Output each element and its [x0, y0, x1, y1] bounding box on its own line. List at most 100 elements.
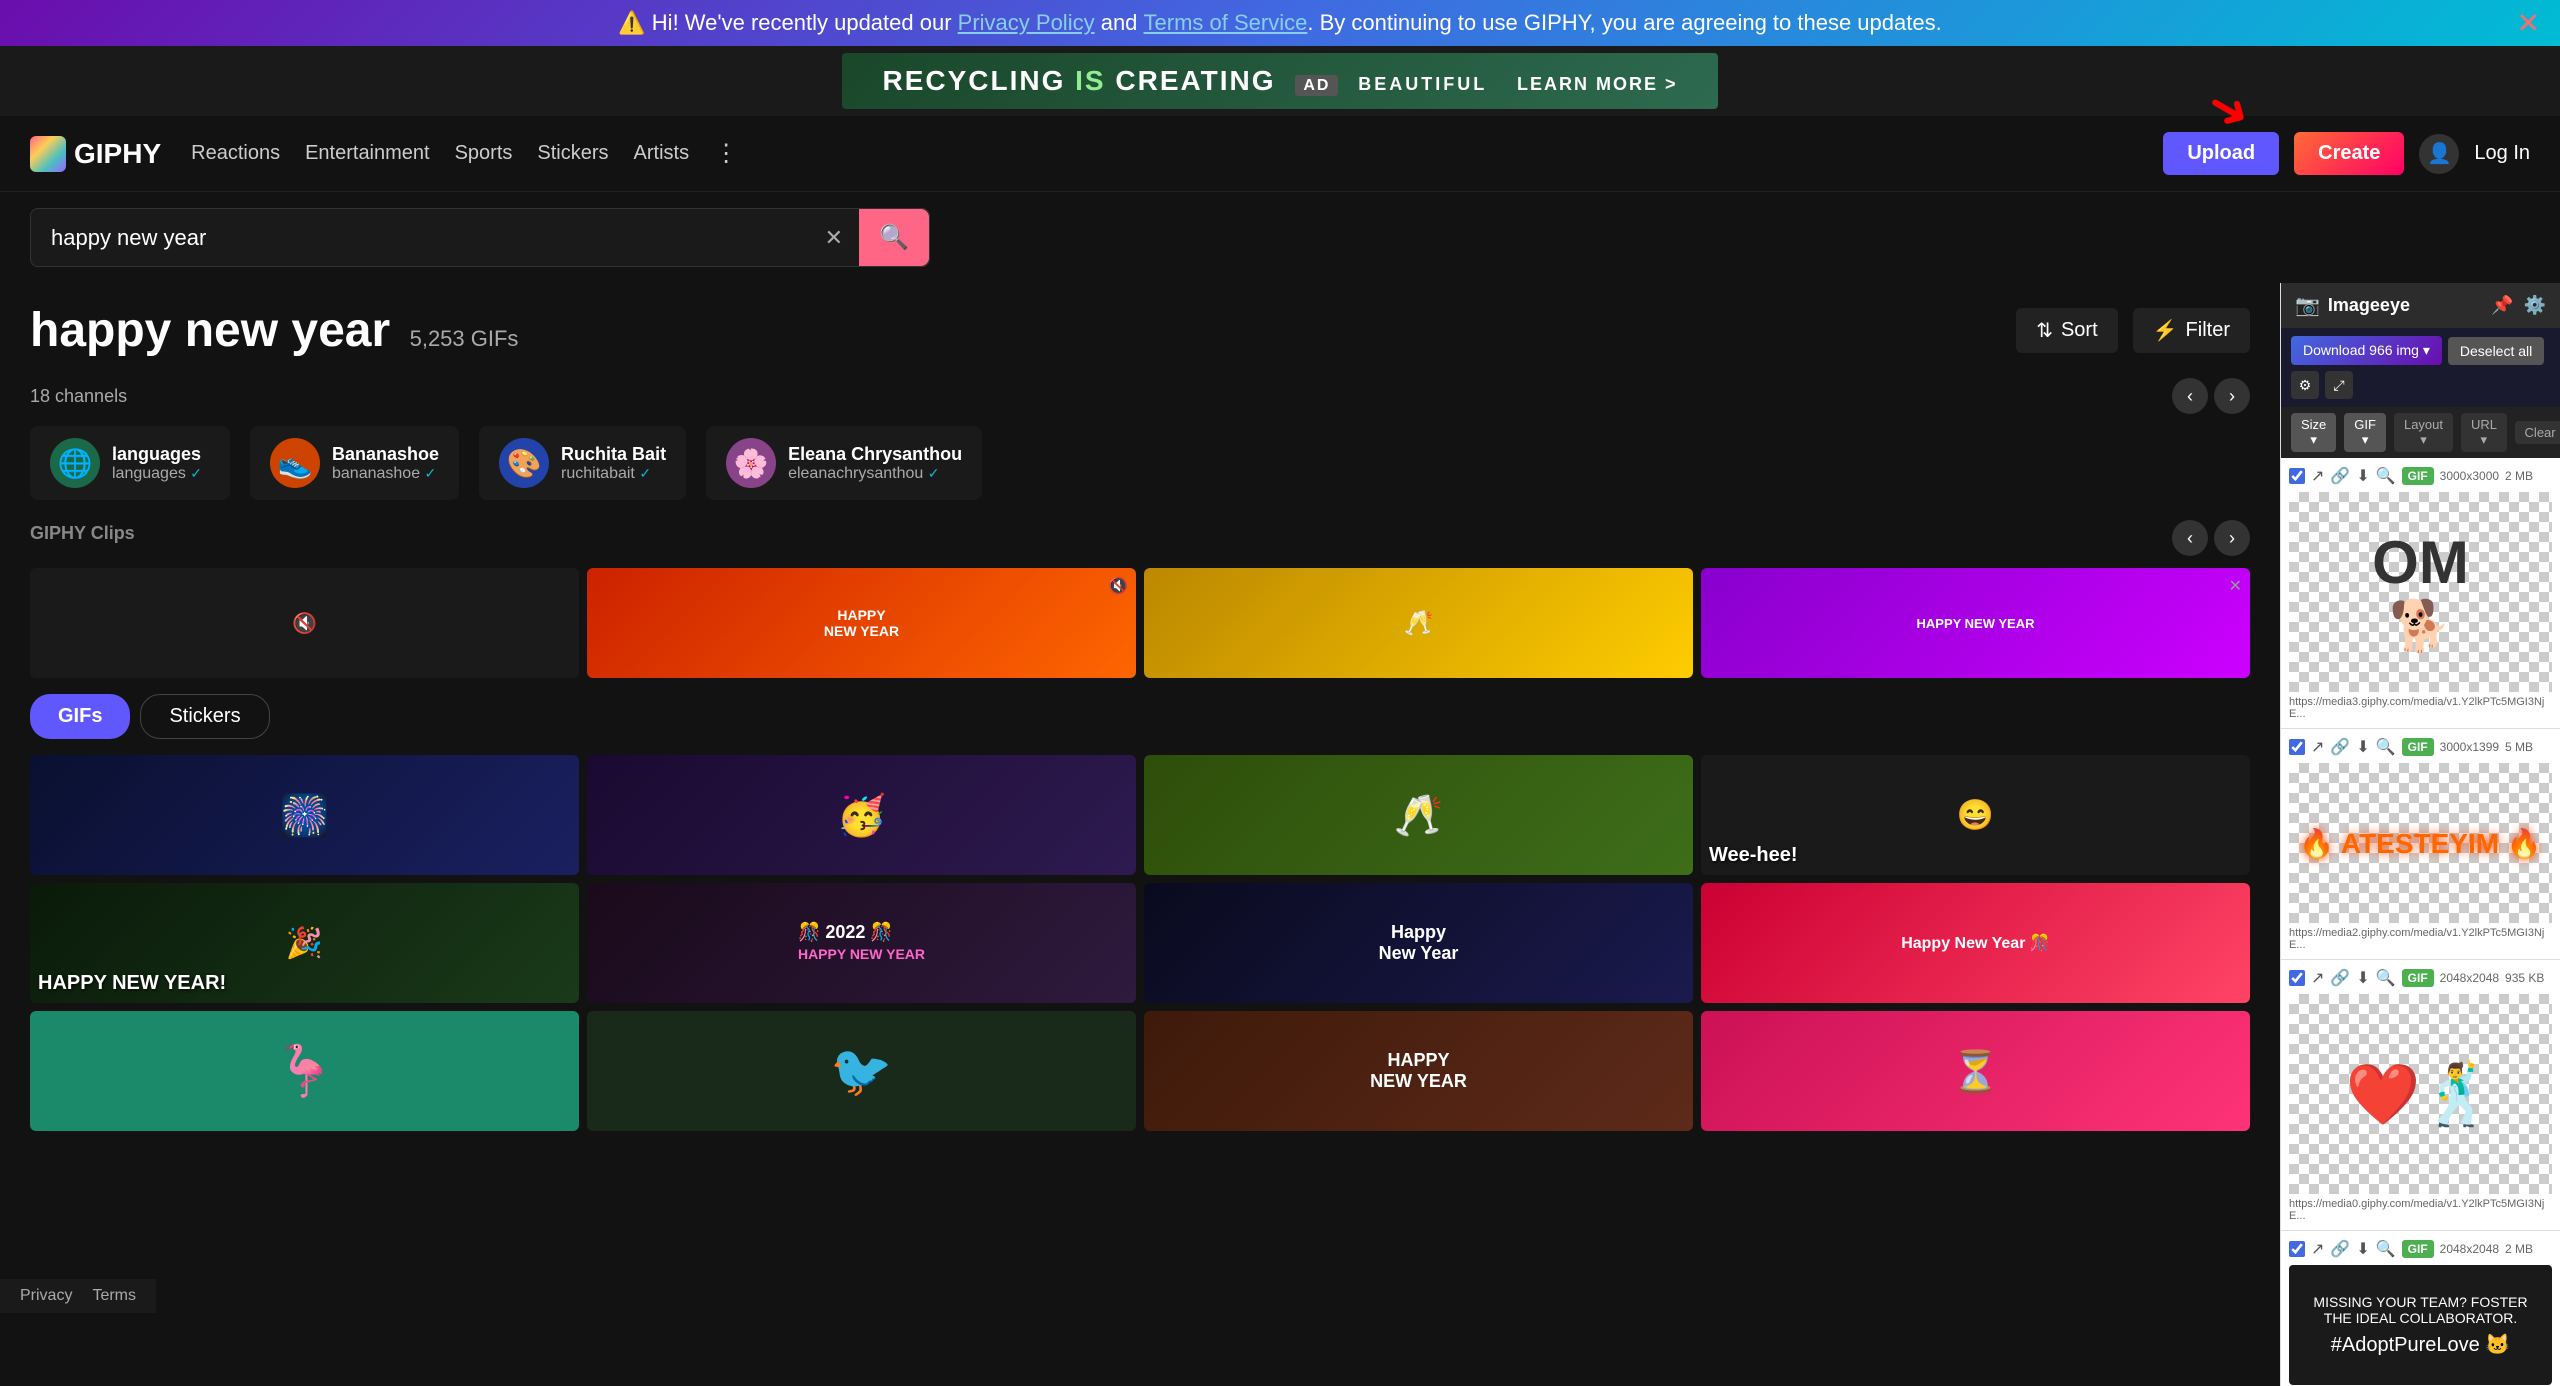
giphy-logo[interactable]: GIPHY [30, 136, 161, 172]
clip-item[interactable]: 🥂 [1144, 568, 1693, 678]
image-download-icon[interactable]: ⬇ [2356, 968, 2369, 988]
clip-item[interactable]: 🔇 [30, 568, 579, 678]
image-open-icon[interactable]: ↗ [2311, 737, 2324, 757]
gif-grid: 🎆 🥳 🥂 😄 Wee-hee! 🎉 HAPPY NEW YEAR! 🎊 202… [30, 755, 2250, 1131]
image-preview[interactable]: 🔥 ATESTEYIM 🔥 [2289, 763, 2552, 923]
search-clear-button[interactable]: ✕ [809, 225, 859, 251]
nav-stickers[interactable]: Stickers [537, 142, 608, 165]
imageeye-settings-icon[interactable]: ⚙️ [2524, 295, 2546, 316]
image-zoom-icon[interactable]: 🔍 [2376, 737, 2396, 757]
filter-layout[interactable]: Layout ▾ [2394, 413, 2453, 452]
channel-handle: ruchitabait ✓ [561, 465, 666, 483]
filter-gif[interactable]: GIF ▾ [2344, 413, 2386, 452]
gif-content: 🐦 [830, 1042, 892, 1101]
image-zoom-icon[interactable]: 🔍 [2376, 466, 2396, 486]
imageeye-title-area: 📷 Imageeye [2295, 293, 2410, 318]
channel-avatar: 🌐 [50, 438, 100, 488]
image-type-badge: GIF [2402, 969, 2434, 987]
ad-cta[interactable]: LEARN MORE > [1517, 74, 1678, 94]
gif-item[interactable]: 🎆 [30, 755, 579, 875]
gif-item[interactable]: 🎉 HAPPY NEW YEAR! [30, 883, 579, 1003]
filter-button[interactable]: ⚡ Filter [2133, 308, 2250, 353]
create-button[interactable]: Create [2294, 132, 2404, 175]
image-zoom-icon[interactable]: 🔍 [2376, 1239, 2396, 1259]
tab-row: GIFs Stickers [30, 694, 2250, 739]
image-item-header: ↗ 🔗 ⬇ 🔍 GIF 2048x2048 935 KB [2289, 968, 2552, 988]
gif-item[interactable]: HappyNew Year [1144, 883, 1693, 1003]
imageeye-title: Imageeye [2328, 295, 2410, 316]
nav-artists[interactable]: Artists [634, 142, 690, 165]
channels-prev-arrow[interactable]: ‹ [2172, 378, 2208, 414]
image-filesize: 935 KB [2505, 971, 2544, 985]
gif-item[interactable]: Happy New Year 🎊 [1701, 883, 2250, 1003]
gifs-tab[interactable]: GIFs [30, 694, 130, 739]
toolbar-expand-button[interactable]: ⤢ [2325, 371, 2353, 399]
filter-clear[interactable]: Clear [2515, 421, 2560, 444]
channels-next-arrow[interactable]: › [2214, 378, 2250, 414]
filter-size[interactable]: Size ▾ [2291, 413, 2336, 452]
image-checkbox[interactable] [2289, 1241, 2305, 1257]
channel-avatar: 🎨 [499, 438, 549, 488]
channel-item[interactable]: 🎨 Ruchita Bait ruchitabait ✓ [479, 426, 686, 500]
image-checkbox[interactable] [2289, 739, 2305, 755]
image-open-icon[interactable]: ↗ [2311, 968, 2324, 988]
image-zoom-icon[interactable]: 🔍 [2376, 968, 2396, 988]
privacy-policy-link[interactable]: Privacy Policy [958, 10, 1095, 36]
privacy-footer-link[interactable]: Privacy [20, 1287, 72, 1305]
clip-item[interactable]: HAPPY NEW YEAR ✕ [1701, 568, 2250, 678]
gif-item[interactable]: 🐦 [587, 1011, 1136, 1131]
notif-and: and [1101, 10, 1138, 36]
gif-item[interactable]: 🥂 [1144, 755, 1693, 875]
nav-sports[interactable]: Sports [455, 142, 513, 165]
gif-item[interactable]: 🦩 [30, 1011, 579, 1131]
filter-url[interactable]: URL ▾ [2461, 413, 2507, 452]
gif-item[interactable]: 🥳 [587, 755, 1136, 875]
image-download-icon[interactable]: ⬇ [2356, 466, 2369, 486]
image-copy-icon[interactable]: 🔗 [2330, 466, 2350, 486]
image-type-badge: GIF [2402, 1240, 2434, 1258]
image-copy-icon[interactable]: 🔗 [2330, 737, 2350, 757]
ad-content[interactable]: RECYCLING IS CREATING AD BEAUTIFUL LEARN… [842, 53, 1717, 109]
giphy-logo-text: GIPHY [74, 138, 161, 170]
clips-prev-arrow[interactable]: ‹ [2172, 520, 2208, 556]
nav-more-dots[interactable]: ⋮ [714, 139, 738, 168]
imageeye-pin-icon[interactable]: 📌 [2491, 295, 2513, 316]
clip-item[interactable]: HAPPYNEW YEAR 🔇 [587, 568, 1136, 678]
image-checkbox[interactable] [2289, 970, 2305, 986]
channel-item[interactable]: 👟 Bananashoe bananashoe ✓ [250, 426, 459, 500]
gif-item[interactable]: HAPPYNEW YEAR [1144, 1011, 1693, 1131]
image-download-icon[interactable]: ⬇ [2356, 1239, 2369, 1259]
image-download-icon[interactable]: ⬇ [2356, 737, 2369, 757]
terms-link[interactable]: Terms of Service [1144, 10, 1308, 36]
gif-content: 🎊 2022 🎊HAPPY NEW YEAR [798, 922, 925, 964]
image-checkbox[interactable] [2289, 468, 2305, 484]
image-preview[interactable]: OM 🐕 [2289, 492, 2552, 692]
image-open-icon[interactable]: ↗ [2311, 466, 2324, 486]
deselect-all-button[interactable]: Deselect all [2448, 337, 2544, 365]
stickers-tab[interactable]: Stickers [140, 694, 269, 739]
nav-reactions[interactable]: Reactions [191, 142, 280, 165]
image-copy-icon[interactable]: 🔗 [2330, 968, 2350, 988]
search-submit-button[interactable]: 🔍 [859, 209, 929, 266]
sort-button[interactable]: ⇅ Sort [2016, 308, 2117, 353]
gif-item[interactable]: 😄 Wee-hee! [1701, 755, 2250, 875]
terms-footer-link[interactable]: Terms [92, 1287, 136, 1305]
login-button[interactable]: Log In [2474, 142, 2530, 165]
gif-item[interactable]: 🎊 2022 🎊HAPPY NEW YEAR [587, 883, 1136, 1003]
clips-next-arrow[interactable]: › [2214, 520, 2250, 556]
user-avatar[interactable]: 👤 [2419, 134, 2459, 174]
gif-item[interactable]: ⏳ [1701, 1011, 2250, 1131]
image-copy-icon[interactable]: 🔗 [2330, 1239, 2350, 1259]
channel-item[interactable]: 🌐 languages languages ✓ [30, 426, 230, 500]
image-preview[interactable]: MISSING YOUR TEAM? FOSTERTHE IDEAL COLLA… [2289, 1265, 2552, 1385]
download-button[interactable]: Download 966 img ▾ [2291, 336, 2442, 365]
notif-close-button[interactable]: ✕ [2517, 7, 2540, 40]
nav-entertainment[interactable]: Entertainment [305, 142, 430, 165]
toolbar-settings-button[interactable]: ⚙ [2291, 371, 2319, 399]
search-input[interactable] [31, 211, 809, 265]
image-preview[interactable]: ❤️🕺 [2289, 994, 2552, 1194]
channel-item[interactable]: 🌸 Eleana Chrysanthou eleanachrysanthou ✓ [706, 426, 982, 500]
header-right: Upload Create 👤 Log In [2163, 132, 2530, 175]
channel-avatar: 🌸 [726, 438, 776, 488]
image-open-icon[interactable]: ↗ [2311, 1239, 2324, 1259]
